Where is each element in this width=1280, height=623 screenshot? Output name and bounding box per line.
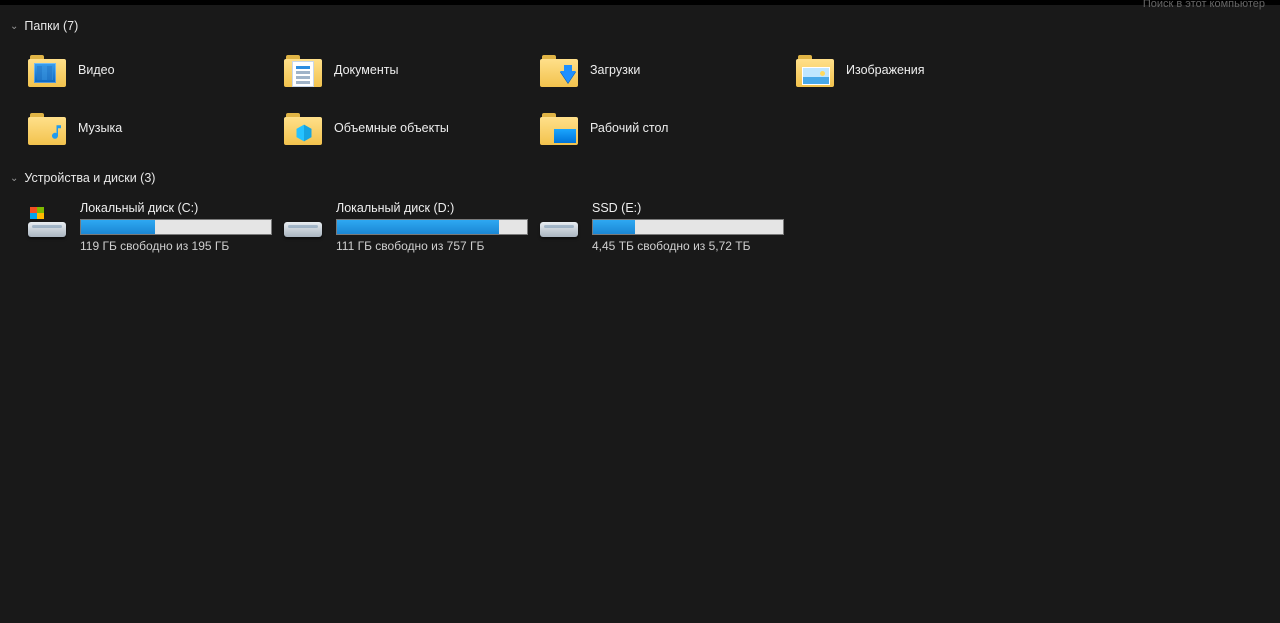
folder-icon bbox=[28, 53, 66, 87]
explorer-content: ⌄ Папки (7) Видео Документы Загрузки Изобра… bbox=[0, 5, 1280, 271]
drive-name: SSD (E:) bbox=[592, 201, 780, 215]
chevron-down-icon: ⌄ bbox=[10, 173, 18, 184]
folder-icon bbox=[540, 111, 578, 145]
folder-label: Рабочий стол bbox=[590, 121, 668, 135]
folder-item-3d[interactable]: Объемные объекты bbox=[280, 103, 528, 153]
search-box-remnant[interactable]: Поиск в этот компьютер bbox=[1143, 0, 1265, 10]
chevron-down-icon: ⌄ bbox=[10, 21, 18, 32]
drive-name: Локальный диск (D:) bbox=[336, 201, 524, 215]
folder-icon bbox=[28, 111, 66, 145]
drive-free-text: 119 ГБ свободно из 195 ГБ bbox=[80, 239, 268, 253]
drive-icon bbox=[540, 207, 578, 237]
folder-item-music[interactable]: Музыка bbox=[24, 103, 272, 153]
group-header-drives[interactable]: ⌄ Устройства и диски (3) bbox=[0, 167, 1280, 189]
folder-label: Изображения bbox=[846, 63, 925, 77]
folder-icon bbox=[284, 53, 322, 87]
drive-icon bbox=[28, 207, 66, 237]
folder-item-documents[interactable]: Документы bbox=[280, 45, 528, 95]
folder-label: Видео bbox=[78, 63, 115, 77]
folder-item-pictures[interactable]: Изображения bbox=[792, 45, 1040, 95]
drives-container: Локальный диск (C:) 119 ГБ свободно из 19… bbox=[0, 189, 1280, 271]
folder-item-desktop[interactable]: Рабочий стол bbox=[536, 103, 784, 153]
folder-icon bbox=[284, 111, 322, 145]
folder-icon bbox=[540, 53, 578, 87]
drive-name: Локальный диск (C:) bbox=[80, 201, 268, 215]
windows-flag-icon bbox=[30, 207, 44, 219]
drive-icon bbox=[284, 207, 322, 237]
drive-item[interactable]: SSD (E:) 4,45 ТБ свободно из 5,72 ТБ bbox=[536, 197, 784, 257]
folder-item-downloads[interactable]: Загрузки bbox=[536, 45, 784, 95]
folder-label: Документы bbox=[334, 63, 398, 77]
folder-item-video[interactable]: Видео bbox=[24, 45, 272, 95]
group-title-drives: Устройства и диски (3) bbox=[24, 171, 155, 185]
folder-label: Музыка bbox=[78, 121, 122, 135]
drive-item[interactable]: Локальный диск (D:) 111 ГБ свободно из 75… bbox=[280, 197, 528, 257]
window-titlebar-remnant: Поиск в этот компьютер bbox=[0, 0, 1280, 5]
drive-item[interactable]: Локальный диск (C:) 119 ГБ свободно из 19… bbox=[24, 197, 272, 257]
group-header-folders[interactable]: ⌄ Папки (7) bbox=[0, 15, 1280, 37]
capacity-bar bbox=[336, 219, 528, 235]
group-title-folders: Папки (7) bbox=[24, 19, 78, 33]
drive-free-text: 111 ГБ свободно из 757 ГБ bbox=[336, 239, 524, 253]
capacity-bar bbox=[80, 219, 272, 235]
folder-label: Загрузки bbox=[590, 63, 640, 77]
folders-container: Видео Документы Загрузки Изображения Музыка О… bbox=[0, 37, 1280, 167]
capacity-bar bbox=[592, 219, 784, 235]
drive-free-text: 4,45 ТБ свободно из 5,72 ТБ bbox=[592, 239, 780, 253]
folder-icon bbox=[796, 53, 834, 87]
folder-label: Объемные объекты bbox=[334, 121, 449, 135]
